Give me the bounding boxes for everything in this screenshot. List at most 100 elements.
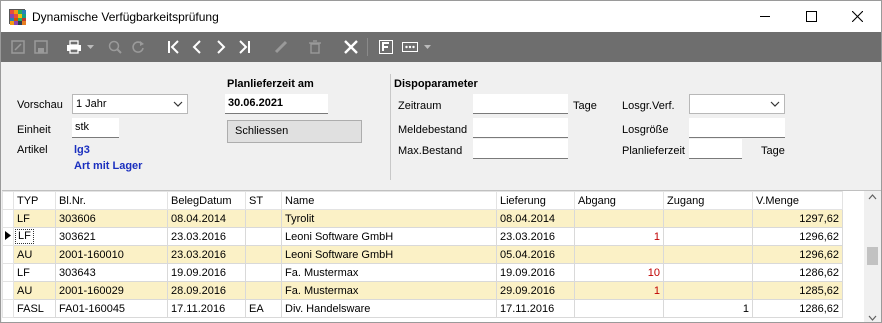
column-header-vmenge[interactable]: V.Menge	[752, 191, 843, 210]
column-header-zugang[interactable]: Zugang	[663, 191, 753, 210]
zeitraum-field[interactable]	[473, 94, 568, 114]
cell-abgang[interactable]	[574, 245, 664, 264]
cell-st[interactable]	[245, 263, 282, 282]
cell-belegdatum[interactable]: 08.04.2014	[167, 209, 246, 228]
search-button[interactable]	[105, 37, 125, 57]
planlieferzeit-param-field[interactable]	[689, 139, 742, 159]
maximize-button[interactable]	[788, 1, 834, 32]
cell-typ[interactable]: AU	[13, 245, 56, 264]
cell-belegdatum[interactable]: 23.03.2016	[167, 245, 246, 264]
cell-lieferung[interactable]: 29.09.2016	[496, 281, 575, 300]
cell-zugang[interactable]	[663, 245, 753, 264]
cell-blnr[interactable]: 2001-160010	[55, 245, 168, 264]
cell-abgang[interactable]: 1	[574, 281, 664, 300]
cell-abgang[interactable]	[574, 299, 664, 318]
cell-name[interactable]: Div. Handelsware	[281, 299, 497, 318]
table-row[interactable]: FASL FA01-160045 17.11.2016 EA Div. Hand…	[2, 299, 843, 318]
cell-zugang[interactable]	[663, 227, 753, 246]
scrollbar-thumb[interactable]	[867, 247, 878, 265]
cancel-button[interactable]	[341, 37, 361, 57]
cell-zugang[interactable]	[663, 263, 753, 282]
planlieferzeit-date-field[interactable]: 30.06.2021	[225, 94, 328, 114]
table-row[interactable]: AU 2001-160010 23.03.2016 Leoni Software…	[2, 245, 843, 264]
cell-typ[interactable]: FASL	[13, 299, 56, 318]
cell-vmenge[interactable]: 1296,62	[752, 245, 843, 264]
cell-vmenge[interactable]: 1286,62	[752, 263, 843, 282]
scroll-down-icon[interactable]	[868, 315, 877, 321]
cell-vmenge[interactable]: 1296,62	[752, 227, 843, 246]
scroll-up-icon[interactable]	[868, 194, 877, 200]
cell-belegdatum[interactable]: 19.09.2016	[167, 263, 246, 282]
cell-abgang[interactable]: 10	[574, 263, 664, 282]
more-dropdown-button[interactable]	[422, 37, 432, 57]
maxbestand-field[interactable]	[473, 139, 568, 159]
meldebestand-field[interactable]	[473, 118, 568, 138]
cell-zugang[interactable]	[663, 209, 753, 228]
more-button[interactable]	[400, 37, 420, 57]
cell-name[interactable]: Tyrolit	[281, 209, 497, 228]
cell-blnr[interactable]: 303606	[55, 209, 168, 228]
close-button[interactable]	[834, 1, 880, 32]
column-header-name[interactable]: Name	[281, 191, 497, 210]
cell-blnr[interactable]: 303643	[55, 263, 168, 282]
cell-lieferung[interactable]: 05.04.2016	[496, 245, 575, 264]
cell-belegdatum[interactable]: 28.09.2016	[167, 281, 246, 300]
cell-vmenge[interactable]: 1286,62	[752, 299, 843, 318]
refresh-button[interactable]	[128, 37, 148, 57]
losgr-verf-select[interactable]	[689, 94, 785, 114]
cell-lieferung[interactable]: 17.11.2016	[496, 299, 575, 318]
table-row-selected[interactable]: LF 303621 23.03.2016 Leoni Software GmbH…	[2, 227, 843, 246]
column-header-st[interactable]: ST	[245, 191, 282, 210]
first-record-button[interactable]	[164, 37, 184, 57]
cell-name[interactable]: Fa. Mustermax	[281, 263, 497, 282]
cell-typ[interactable]: LF	[13, 263, 56, 282]
cell-lieferung[interactable]: 23.03.2016	[496, 227, 575, 246]
cell-lieferung[interactable]: 08.04.2014	[496, 209, 575, 228]
column-header-typ[interactable]: TYP	[13, 191, 56, 210]
cell-abgang[interactable]: 1	[574, 227, 664, 246]
column-header-blnr[interactable]: Bl.Nr.	[55, 191, 168, 210]
cell-typ[interactable]: AU	[13, 281, 56, 300]
cell-name[interactable]: Fa. Mustermax	[281, 281, 497, 300]
previous-record-button[interactable]	[187, 37, 207, 57]
schliessen-button[interactable]: Schliessen	[227, 120, 362, 143]
cell-st[interactable]	[245, 209, 282, 228]
cell-abgang[interactable]	[574, 209, 664, 228]
cell-belegdatum[interactable]: 23.03.2016	[167, 227, 246, 246]
cell-blnr[interactable]: 303621	[55, 227, 168, 246]
cell-zugang[interactable]	[663, 281, 753, 300]
cell-typ[interactable]: LF	[13, 227, 56, 246]
delete-button[interactable]	[305, 37, 325, 57]
cell-typ[interactable]: LF	[13, 209, 56, 228]
cell-belegdatum[interactable]: 17.11.2016	[167, 299, 246, 318]
last-record-button[interactable]	[234, 37, 254, 57]
column-header-lieferung[interactable]: Lieferung	[496, 191, 575, 210]
cell-blnr[interactable]: 2001-160029	[55, 281, 168, 300]
cell-vmenge[interactable]: 1285,62	[752, 281, 843, 300]
save-button[interactable]	[31, 37, 51, 57]
cell-name[interactable]: Leoni Software GmbH	[281, 227, 497, 246]
column-header-abgang[interactable]: Abgang	[574, 191, 664, 210]
losgroesse-field[interactable]	[689, 118, 785, 138]
print-dropdown-button[interactable]	[85, 37, 95, 57]
vertical-scrollbar[interactable]	[864, 191, 881, 322]
vorschau-select[interactable]: 1 Jahr	[72, 94, 188, 114]
table-row[interactable]: AU 2001-160029 28.09.2016 Fa. Mustermax …	[2, 281, 843, 300]
einheit-field[interactable]: stk	[72, 118, 119, 138]
next-record-button[interactable]	[211, 37, 231, 57]
column-header-belegdatum[interactable]: BelegDatum	[167, 191, 246, 210]
cell-name[interactable]: Leoni Software GmbH	[281, 245, 497, 264]
cell-blnr[interactable]: FA01-160045	[55, 299, 168, 318]
cell-st[interactable]	[245, 245, 282, 264]
cell-st[interactable]: EA	[245, 299, 282, 318]
cell-vmenge[interactable]: 1297,62	[752, 209, 843, 228]
cell-st[interactable]	[245, 281, 282, 300]
minimize-button[interactable]	[742, 1, 788, 32]
print-button[interactable]	[64, 37, 84, 57]
pencil-button[interactable]	[271, 37, 291, 57]
table-row[interactable]: LF 303643 19.09.2016 Fa. Mustermax 19.09…	[2, 263, 843, 282]
table-row[interactable]: LF 303606 08.04.2014 Tyrolit 08.04.2014 …	[2, 209, 843, 228]
filter-button[interactable]	[376, 37, 396, 57]
cell-lieferung[interactable]: 19.09.2016	[496, 263, 575, 282]
cell-st[interactable]	[245, 227, 282, 246]
